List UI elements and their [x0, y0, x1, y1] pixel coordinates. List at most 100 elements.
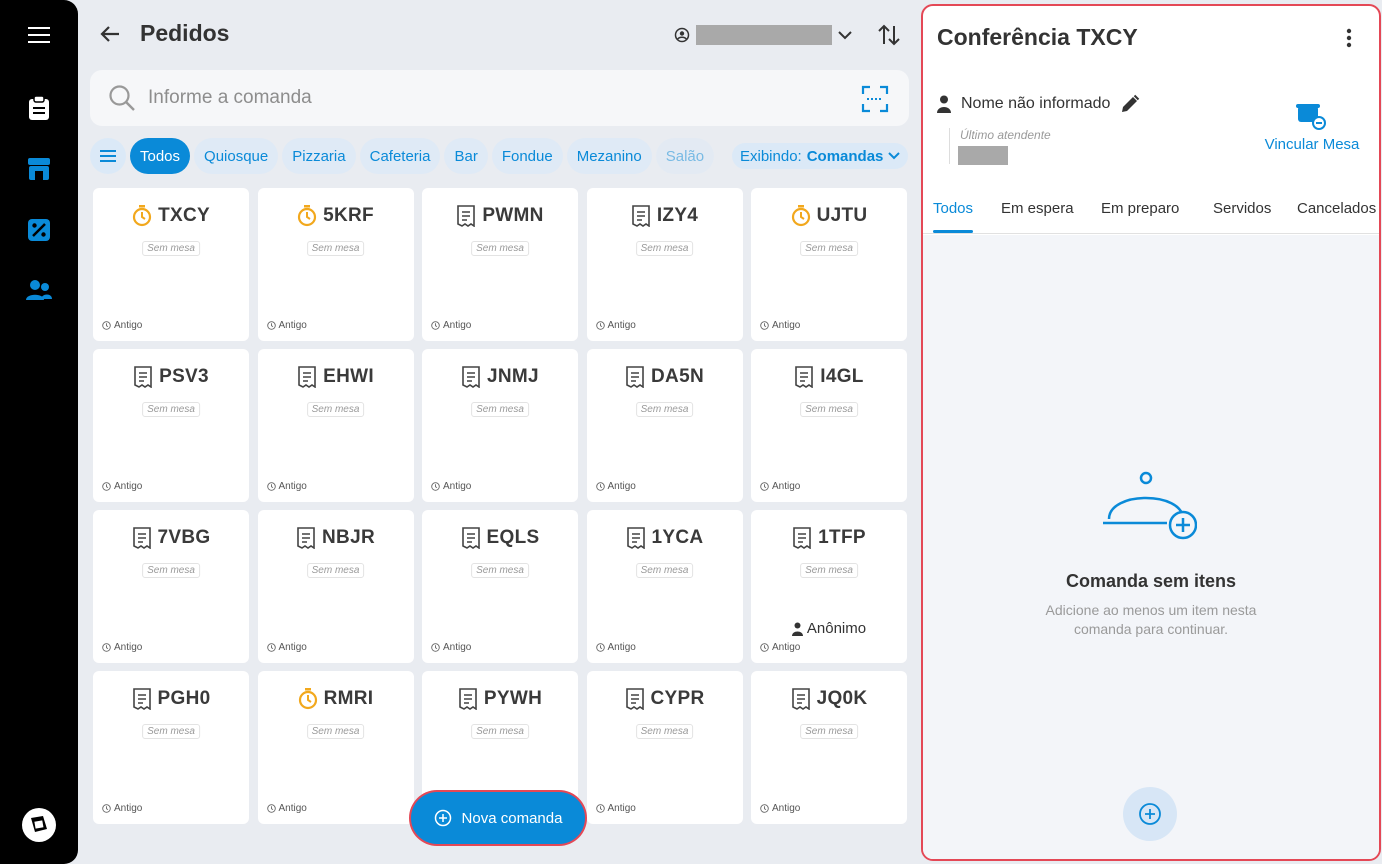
tab-em-preparo[interactable]: Em preparo [1101, 200, 1179, 217]
order-age: Antigo [114, 320, 143, 331]
app: Pedidos Todos Quiosque Pizzaria [0, 0, 1382, 864]
order-card[interactable]: EQLS Sem mesa Antigo [422, 510, 578, 663]
new-order-button[interactable]: Nova comanda [411, 792, 585, 844]
chip-cafeteria[interactable]: Cafeteria [359, 138, 441, 174]
chip-bar[interactable]: Bar [444, 138, 488, 174]
order-card[interactable]: DA5N Sem mesa Antigo [586, 349, 743, 502]
table-badge: Sem mesa [635, 241, 694, 256]
receipt-icon [132, 527, 152, 549]
clock-icon [266, 321, 276, 330]
clock-icon [431, 643, 440, 652]
customer-row: Nome não informado [937, 94, 1140, 114]
chip-todos[interactable]: Todos [130, 138, 191, 174]
order-card[interactable]: IZY4 Sem mesa Antigo [586, 188, 743, 341]
order-card[interactable]: EHWI Sem mesa Antigo [257, 349, 414, 502]
order-card-grid: TXCY Sem mesa Antigo 5KRF Sem mesa Antigo PWMN… [93, 188, 907, 824]
nav-discount-button[interactable] [19, 210, 59, 250]
tab-todos[interactable]: Todos [933, 200, 973, 217]
add-item-button[interactable] [1123, 787, 1177, 841]
table-badge: Sem mesa [306, 241, 365, 256]
filter-menu-button[interactable] [90, 138, 126, 174]
order-card-footer: Antigo [595, 320, 636, 331]
order-card[interactable]: NBJR Sem mesa Antigo [257, 510, 414, 663]
table-badge: Sem mesa [800, 724, 858, 739]
order-card-header: CYPR [587, 688, 743, 710]
order-age: Antigo [278, 642, 307, 653]
order-card[interactable]: PGH0 Sem mesa Antigo [93, 671, 249, 824]
table-badge: Sem mesa [306, 563, 365, 578]
order-card-header: RMRI [258, 688, 414, 710]
order-code: NBJR [322, 527, 375, 548]
order-card-footer: Antigo [266, 320, 307, 331]
order-card-footer: Antigo [595, 642, 636, 653]
customer-name: Nome não informado [961, 95, 1111, 112]
table-badge: Sem mesa [471, 241, 529, 256]
order-card[interactable]: 7VBG Sem mesa Antigo [93, 510, 249, 663]
order-age: Antigo [772, 481, 801, 492]
tab-em-espera[interactable]: Em espera [1001, 200, 1074, 217]
order-age: Antigo [607, 642, 636, 653]
nav-users-button[interactable] [19, 270, 59, 310]
order-card-footer: Antigo [102, 642, 142, 653]
order-card-header: I4GL [751, 366, 907, 388]
order-card[interactable]: RMRI Sem mesa Antigo [257, 671, 414, 824]
scan-icon[interactable] [861, 85, 889, 113]
user-select[interactable] [674, 22, 852, 48]
order-code: UJTU [816, 205, 868, 226]
order-card[interactable]: JNMJ Sem mesa Antigo [422, 349, 578, 502]
chip-fondue[interactable]: Fondue [491, 138, 563, 174]
display-mode-select[interactable]: Exibindo: Comandas [732, 143, 909, 169]
chip-salao[interactable]: Salão [655, 138, 715, 174]
order-card[interactable]: TXCY Sem mesa Antigo [93, 188, 249, 341]
order-card-footer: Antigo [760, 481, 800, 492]
timer-icon [298, 688, 318, 710]
more-options-button[interactable] [1337, 24, 1361, 52]
order-card[interactable]: PWMN Sem mesa Antigo [422, 188, 578, 341]
tab-servidos[interactable]: Servidos [1213, 200, 1271, 217]
order-card[interactable]: 5KRF Sem mesa Antigo [257, 188, 414, 341]
order-card-header: PYWH [422, 688, 578, 710]
order-card-footer: Antigo [595, 803, 636, 814]
category-chips: Todos Quiosque Pizzaria Cafeteria Bar Fo… [130, 138, 720, 174]
chip-mezanino[interactable]: Mezanino [566, 138, 652, 174]
search-input[interactable] [148, 84, 828, 112]
order-age: Antigo [772, 642, 801, 653]
topbar: Pedidos [78, 0, 920, 68]
order-card-footer: Antigo [431, 320, 471, 331]
cloche-add-icon [1103, 471, 1197, 540]
chip-quiosque[interactable]: Quiosque [194, 138, 279, 174]
timer-icon [132, 205, 152, 227]
order-detail-panel: Conferência TXCY Nome não informado Últi… [921, 4, 1381, 861]
receipt-icon [458, 688, 478, 710]
order-card-header: PWMN [422, 205, 578, 227]
back-button[interactable] [96, 20, 124, 48]
sort-button[interactable] [874, 20, 904, 50]
clock-icon [266, 482, 276, 491]
link-table-button[interactable]: Vincular Mesa [1257, 102, 1367, 153]
timer-icon [791, 205, 811, 227]
order-card[interactable]: UJTU Sem mesa Antigo [751, 188, 907, 341]
hamburger-menu-button[interactable] [19, 15, 59, 55]
hamburger-icon [28, 27, 50, 43]
clock-icon [760, 804, 769, 813]
logo-icon [22, 808, 56, 842]
list-icon [100, 150, 116, 162]
order-age: Antigo [772, 320, 801, 331]
order-card[interactable]: JQ0K Sem mesa Antigo [751, 671, 907, 824]
new-order-label: Nova comanda [461, 809, 563, 827]
order-card[interactable]: CYPR Sem mesa Antigo [586, 671, 743, 824]
order-card-footer: Antigo [102, 481, 142, 492]
order-age: Antigo [278, 803, 307, 814]
nav-orders-button[interactable] [19, 88, 59, 128]
order-card[interactable]: 1YCA Sem mesa Antigo [586, 510, 743, 663]
order-card[interactable]: 1TFP Sem mesa Anônimo Antigo [751, 510, 907, 663]
edit-pencil-icon[interactable] [1120, 94, 1140, 114]
order-card[interactable]: I4GL Sem mesa Antigo [751, 349, 907, 502]
nav-store-button[interactable] [19, 149, 59, 189]
clock-icon [431, 321, 440, 330]
chip-pizzaria[interactable]: Pizzaria [282, 138, 356, 174]
order-card[interactable]: PSV3 Sem mesa Antigo [93, 349, 249, 502]
order-code: PGH0 [157, 688, 211, 709]
order-card-header: 7VBG [93, 527, 249, 549]
tab-cancelados[interactable]: Cancelados [1297, 200, 1376, 217]
